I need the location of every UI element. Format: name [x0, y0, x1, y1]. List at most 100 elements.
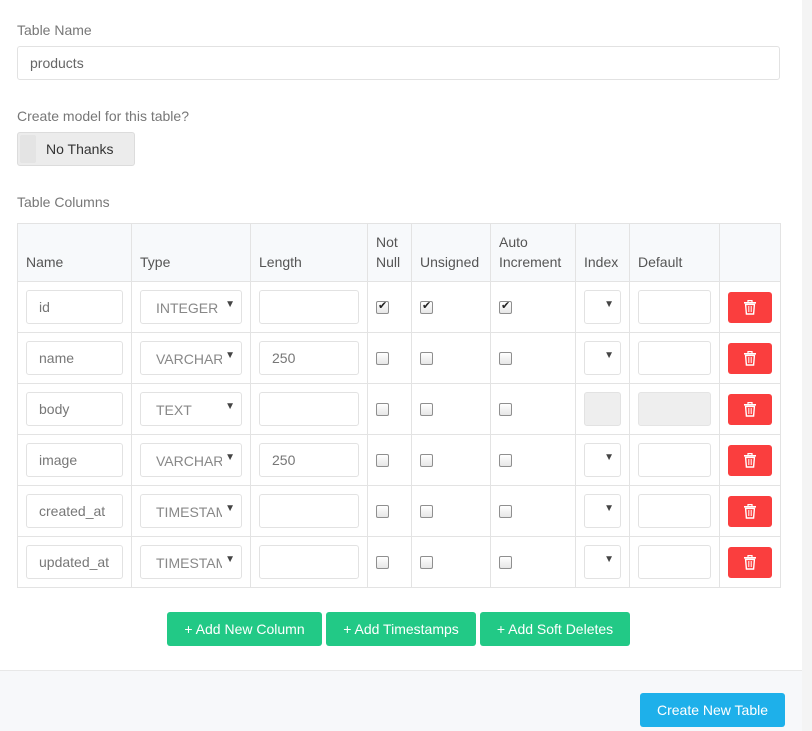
- scroll-gutter: [802, 0, 812, 731]
- header-not-null: Not Null: [367, 223, 412, 282]
- caret-down-icon: ▼: [604, 350, 614, 361]
- table-name-label: Table Name: [17, 22, 92, 38]
- table-row: VARCHAR▼▼: [17, 434, 781, 486]
- auto_increment-checkbox[interactable]: [499, 504, 512, 518]
- table-row: TIMESTAMP▼ ▼: [17, 485, 781, 537]
- not_null-checkbox[interactable]: [376, 504, 389, 518]
- table-form-panel: Table Name Create model for this table? …: [0, 0, 802, 731]
- auto_increment-checkbox[interactable]: [499, 351, 512, 365]
- column-type-select[interactable]: VARCHAR ▼: [140, 443, 242, 477]
- column-name-input[interactable]: [26, 494, 123, 528]
- header-actions: [719, 223, 781, 282]
- header-type: Type: [131, 223, 251, 282]
- column-default-input[interactable]: [638, 290, 711, 324]
- column-type-value: TIMESTAMP: [156, 555, 222, 571]
- delete-column-button[interactable]: [728, 495, 772, 527]
- table-row: INTEGER ▼ ▼: [17, 281, 781, 333]
- column-index-select[interactable]: ▼: [584, 443, 621, 477]
- not_null-checkbox[interactable]: [376, 555, 389, 569]
- trash-icon: [743, 503, 757, 519]
- column-default-input[interactable]: [638, 494, 711, 528]
- add-timestamps-button[interactable]: + Add Timestamps: [326, 612, 476, 646]
- auto_increment-checkbox[interactable]: [499, 453, 512, 467]
- column-default-input[interactable]: [638, 392, 711, 426]
- delete-column-button[interactable]: [728, 291, 772, 323]
- caret-down-icon: ▼: [225, 554, 235, 565]
- table-row: TIMESTAMP▼▼: [17, 536, 781, 588]
- column-type-value: VARCHAR: [156, 453, 222, 469]
- caret-down-icon: ▼: [225, 452, 235, 463]
- column-length-input[interactable]: [259, 290, 359, 324]
- column-default-input[interactable]: [638, 545, 711, 579]
- column-type-select[interactable]: TIMESTAMP▼: [140, 545, 242, 579]
- table-row: VARCHAR▼▼: [17, 332, 781, 384]
- delete-column-button[interactable]: [728, 342, 772, 374]
- column-length-input[interactable]: [259, 545, 359, 579]
- column-length-input[interactable]: [259, 341, 359, 375]
- header-index: Index: [575, 223, 630, 282]
- columns-table: Name Type Length Not Null Unsigned Auto In…: [17, 223, 781, 588]
- unsigned-checkbox[interactable]: [420, 555, 433, 569]
- auto_increment-checkbox[interactable]: [499, 299, 512, 314]
- column-length-input[interactable]: [259, 443, 359, 477]
- column-index-select[interactable]: ▼: [584, 545, 621, 579]
- not_null-checkbox[interactable]: [376, 402, 389, 416]
- caret-down-icon: ▼: [225, 299, 235, 310]
- header-unsigned: Unsigned: [411, 223, 491, 282]
- column-name-input[interactable]: [26, 443, 123, 477]
- header-not-null-line1: Not: [376, 234, 398, 250]
- column-name-input[interactable]: [26, 341, 123, 375]
- toggle-label: No Thanks: [46, 141, 114, 157]
- table-row: TEXT ▼: [17, 383, 781, 435]
- trash-icon: [743, 452, 757, 468]
- create-new-table-button[interactable]: Create New Table: [640, 693, 785, 727]
- unsigned-checkbox[interactable]: [420, 351, 433, 365]
- delete-column-button[interactable]: [728, 393, 772, 425]
- column-default-input[interactable]: [638, 443, 711, 477]
- caret-down-icon: ▼: [604, 503, 614, 514]
- column-name-input[interactable]: [26, 545, 123, 579]
- unsigned-checkbox[interactable]: [420, 453, 433, 467]
- auto_increment-checkbox[interactable]: [499, 402, 512, 416]
- trash-icon: [743, 554, 757, 570]
- toggle-knob: [20, 135, 36, 163]
- caret-down-icon: ▼: [225, 401, 235, 412]
- trash-icon: [743, 350, 757, 366]
- trash-icon: [743, 401, 757, 417]
- table-name-input[interactable]: [17, 46, 780, 80]
- caret-down-icon: ▼: [225, 350, 235, 361]
- unsigned-checkbox[interactable]: [420, 402, 433, 416]
- not_null-checkbox[interactable]: [376, 299, 389, 314]
- header-not-null-line2: Null: [376, 254, 401, 270]
- column-index-select[interactable]: ▼: [584, 290, 621, 324]
- delete-column-button[interactable]: [728, 444, 772, 476]
- column-type-select[interactable]: VARCHAR ▼: [140, 341, 242, 375]
- column-length-input[interactable]: [259, 494, 359, 528]
- column-type-select[interactable]: TIMESTAMP▼: [140, 494, 242, 528]
- header-auto-increment-line2: Increment: [499, 254, 562, 270]
- column-type-select[interactable]: TEXT ▼: [140, 392, 242, 426]
- create-model-toggle[interactable]: No Thanks: [17, 132, 135, 166]
- column-index-select[interactable]: ▼: [584, 341, 621, 375]
- column-type-select[interactable]: INTEGER ▼: [140, 290, 242, 324]
- column-name-input[interactable]: [26, 392, 123, 426]
- add-new-column-button[interactable]: + Add New Column: [167, 612, 322, 646]
- column-default-input[interactable]: [638, 341, 711, 375]
- column-type-value: INTEGER: [156, 300, 219, 316]
- header-default: Default: [629, 223, 720, 282]
- column-index-select[interactable]: ▼: [584, 494, 621, 528]
- column-length-input[interactable]: [259, 392, 359, 426]
- form-footer: Create New Table: [0, 670, 802, 731]
- column-name-input[interactable]: [26, 290, 123, 324]
- header-auto-increment-line1: Auto: [499, 234, 528, 250]
- auto_increment-checkbox[interactable]: [499, 555, 512, 569]
- table-columns-label: Table Columns: [17, 194, 110, 210]
- not_null-checkbox[interactable]: [376, 351, 389, 365]
- unsigned-checkbox[interactable]: [420, 504, 433, 518]
- add-soft-deletes-button[interactable]: + Add Soft Deletes: [480, 612, 630, 646]
- not_null-checkbox[interactable]: [376, 453, 389, 467]
- column-index-select[interactable]: [584, 392, 621, 426]
- caret-down-icon: ▼: [604, 452, 614, 463]
- unsigned-checkbox[interactable]: [420, 299, 433, 314]
- delete-column-button[interactable]: [728, 546, 772, 578]
